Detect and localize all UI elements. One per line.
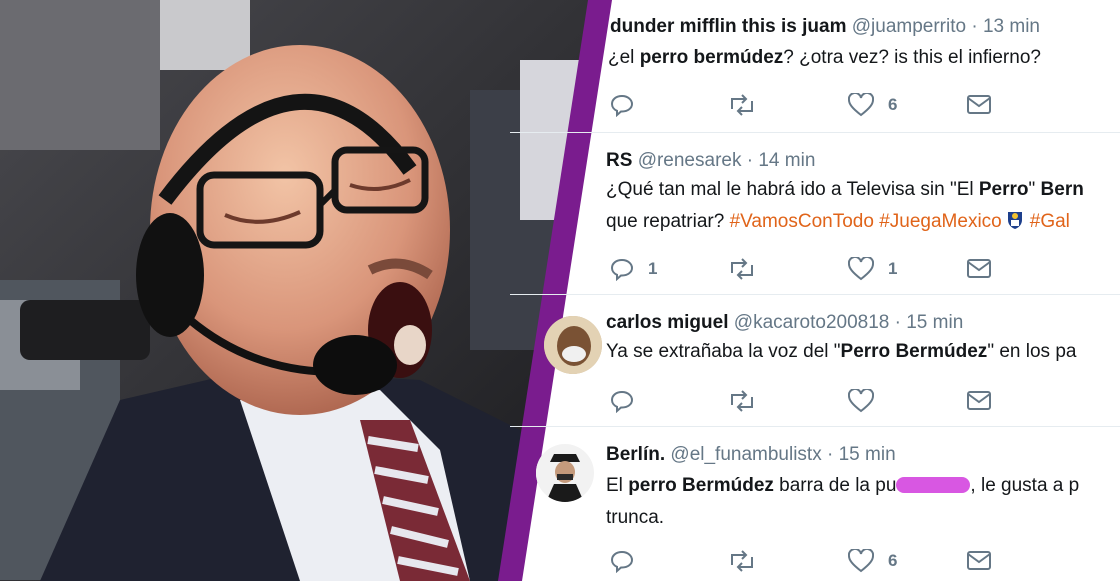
reply-button[interactable] (610, 546, 648, 576)
like-count: 1 (888, 259, 898, 278)
tweet-text-part: El (606, 475, 629, 496)
reply-icon (610, 257, 634, 281)
tweet-text-part: " (1028, 179, 1041, 200)
author-name[interactable]: carlos miguel (606, 312, 729, 333)
tweet-text-part: Ya se extrañaba la voz del " (606, 341, 841, 362)
tweet-text-part: ¿Qué tan mal le habrá ido a Televisa sin… (606, 179, 979, 200)
like-icon (848, 257, 874, 281)
like-button[interactable] (848, 386, 888, 416)
message-icon (966, 258, 992, 280)
tweet-text: El perro Bermúdez barra de la pu , le gus… (606, 470, 1079, 534)
author-name[interactable]: dunder mifflin this is juam (610, 16, 846, 37)
meta-separator: · (971, 16, 978, 37)
message-icon (966, 550, 992, 572)
tweet-header: Berlín. @el_funambulistx · 15 min (606, 444, 896, 466)
tweet-feed: dunder mifflin this is juam @juamperrito… (510, 0, 1120, 581)
tweet-text-part: " en los pa (987, 341, 1077, 362)
tweet-text-highlight: perro bermúdez (639, 47, 784, 68)
tweet-text-line: que repatriar? #VamosConTodo #JuegaMexic… (606, 206, 1084, 238)
author-handle[interactable]: @el_funambulistx (670, 444, 821, 465)
reply-button[interactable]: 1 (610, 254, 657, 284)
tweet-header: RS @renesarek · 14 min (606, 150, 815, 172)
team-crest-emoji (1006, 209, 1024, 229)
tweet-text-line: El perro Bermúdez barra de la pu , le gus… (606, 470, 1079, 502)
tweet-text: Ya se extrañaba la voz del "Perro Bermúd… (606, 336, 1076, 368)
reply-button[interactable] (610, 90, 648, 120)
tweet-actions: 6 (610, 546, 1110, 576)
tweet-header: dunder mifflin this is juam @juamperrito… (610, 16, 1040, 38)
tweet-item[interactable]: carlos miguel @kacaroto200818 · 15 min Y… (510, 294, 1120, 427)
like-icon (848, 549, 874, 573)
meta-separator: · (746, 150, 754, 171)
reply-icon (610, 93, 634, 117)
censor-smear (896, 477, 971, 493)
tweet-header: carlos miguel @kacaroto200818 · 15 min (606, 312, 963, 334)
retweet-icon (728, 257, 756, 281)
message-icon (966, 94, 992, 116)
tweet-text-highlight: Perro Bermúdez (840, 341, 988, 362)
tweet-actions (610, 386, 1110, 416)
reply-icon (610, 549, 634, 573)
tweet-text-part: , le gusta a p (970, 475, 1080, 496)
tweet-text-line: ¿Qué tan mal le habrá ido a Televisa sin… (606, 174, 1084, 206)
like-button[interactable]: 1 (848, 254, 897, 284)
tweet-text-part: ? ¿otra vez? is this el infierno? (783, 47, 1041, 68)
tweet-actions: 1 1 (610, 254, 1110, 284)
tweet-text: ¿Qué tan mal le habrá ido a Televisa sin… (606, 174, 1084, 238)
hashtag-link[interactable]: #JuegaMexico (879, 211, 1002, 232)
tweet-time[interactable]: 15 min (906, 312, 963, 333)
author-handle[interactable]: @kacaroto200818 (734, 312, 890, 333)
meta-separator: · (827, 444, 834, 465)
meta-separator: · (894, 312, 901, 333)
tweet-text-part: ¿el (608, 47, 640, 68)
author-handle[interactable]: @juamperrito (852, 16, 966, 37)
hashtag-link[interactable]: #Gal (1030, 211, 1070, 232)
message-icon (966, 390, 992, 412)
reply-icon (610, 389, 634, 413)
like-button[interactable]: 6 (848, 546, 897, 576)
message-button[interactable] (966, 546, 992, 576)
retweet-icon (728, 93, 756, 117)
message-button[interactable] (966, 254, 992, 284)
tweet-text-part: trunca. (606, 507, 665, 528)
message-button[interactable] (966, 90, 992, 120)
tweet-time[interactable]: 14 min (758, 150, 815, 171)
tweet-text-highlight: Perro (978, 179, 1029, 200)
tweet-item[interactable]: dunder mifflin this is juam @juamperrito… (510, 0, 1120, 133)
tweet-text: ¿el perro bermúdez? ¿otra vez? is this e… (608, 42, 1041, 74)
retweet-icon (728, 389, 756, 413)
message-button[interactable] (966, 386, 992, 416)
retweet-button[interactable] (728, 254, 770, 284)
tweet-item[interactable]: Berlín. @el_funambulistx · 15 min El per… (510, 426, 1120, 581)
retweet-button[interactable] (728, 386, 770, 416)
avatar[interactable] (536, 444, 594, 502)
tweet-text-line: trunca. (606, 502, 1079, 534)
reply-button[interactable] (610, 386, 648, 416)
reply-count: 1 (648, 259, 658, 278)
tweet-text-part: que repatriar? (606, 211, 730, 232)
tweet-actions: 6 (610, 90, 1110, 120)
hashtag-link[interactable]: #VamosConTodo (730, 211, 874, 232)
like-count: 6 (888, 551, 898, 570)
tweet-text-part: barra de la pu (773, 475, 897, 496)
author-name[interactable]: RS (606, 150, 632, 171)
like-count: 6 (888, 95, 898, 114)
tweet-time[interactable]: 13 min (983, 16, 1040, 37)
retweet-button[interactable] (728, 546, 770, 576)
tweet-text-highlight: perro Bermúdez (628, 475, 774, 496)
avatar[interactable] (544, 316, 602, 374)
tweet-text-highlight: Bern (1040, 179, 1084, 200)
retweet-icon (728, 549, 756, 573)
retweet-button[interactable] (728, 90, 770, 120)
like-button[interactable]: 6 (848, 90, 897, 120)
author-handle[interactable]: @renesarek (638, 150, 742, 171)
tweet-item[interactable]: RS @renesarek · 14 min ¿Qué tan mal le h… (510, 132, 1120, 295)
tweet-time[interactable]: 15 min (839, 444, 896, 465)
like-icon (848, 389, 874, 413)
author-name[interactable]: Berlín. (606, 444, 665, 465)
like-icon (848, 93, 874, 117)
